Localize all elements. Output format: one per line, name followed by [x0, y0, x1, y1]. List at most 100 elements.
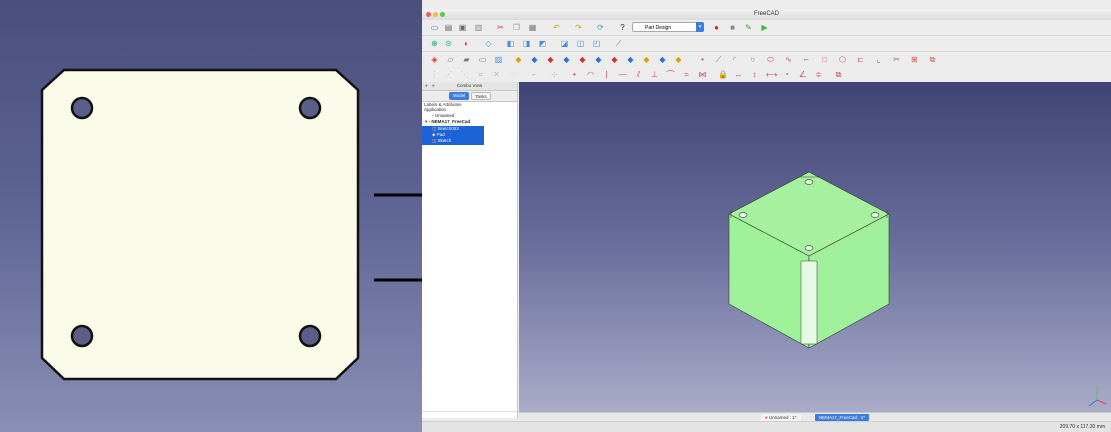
groove-icon[interactable]: ◆ [562, 55, 571, 64]
view-rear-icon[interactable]: ◪ [560, 39, 569, 48]
create-sketch-icon[interactable]: ▱ [446, 55, 455, 64]
symmetric-icon[interactable]: ⋈ [698, 70, 707, 79]
tree-item-sketch[interactable]: ◫ Sketch [422, 138, 484, 145]
draft-icon[interactable]: ◆ [610, 55, 619, 64]
vertical-distance-icon[interactable]: ↕ [750, 70, 759, 79]
measure-icon[interactable]: ⟋ [614, 39, 623, 48]
tab-tasks[interactable]: Tasks [471, 92, 491, 100]
fit-selection-icon[interactable]: ⊙ [444, 39, 453, 48]
parallel-icon[interactable]: ⫽ [634, 70, 643, 79]
workbench-dropdown[interactable]: Part Design ▾ [632, 22, 704, 32]
polygon-icon[interactable]: ⬡ [838, 55, 847, 64]
line-icon[interactable]: ⟋ [714, 55, 723, 64]
record-macro-icon[interactable]: ● [712, 23, 721, 32]
linear-pattern-icon[interactable]: ◆ [658, 55, 667, 64]
equal-icon[interactable]: = [682, 70, 691, 79]
chevron-down-icon[interactable]: ▾ [425, 119, 427, 124]
refresh-icon[interactable]: ⟳ [596, 23, 605, 32]
select-constraints-icon[interactable]: ⋰ [444, 70, 453, 79]
external-geometry-icon[interactable]: ⊞ [910, 55, 919, 64]
new-file-icon[interactable]: ▭ [430, 23, 439, 32]
print-icon[interactable]: ▥ [474, 23, 483, 32]
horizontal-distance-icon[interactable]: ↔ [734, 70, 743, 79]
construction-mode-icon[interactable]: ⋮ [430, 70, 439, 79]
lock-icon[interactable]: 🔒 [718, 70, 728, 79]
bspline-icon[interactable]: ∿ [784, 55, 793, 64]
mirrored-icon[interactable]: ◆ [642, 55, 651, 64]
slot-icon[interactable]: ⊏ [856, 55, 865, 64]
revolution-icon[interactable]: ◆ [546, 55, 555, 64]
angle-icon[interactable]: ∠ [798, 70, 807, 79]
validate-sketch-icon[interactable]: ▰ [462, 55, 471, 64]
3d-viewport[interactable] [519, 82, 1111, 412]
close-icon[interactable]: ● [765, 415, 768, 420]
tangent-icon[interactable]: ⌒ [666, 70, 675, 79]
distance-icon[interactable]: ⟷ [766, 70, 777, 79]
fit-all-icon[interactable]: ⊕ [430, 39, 439, 48]
tree-item-nema17[interactable]: ▾ ▪ NEMA17_FreeCad [425, 119, 470, 125]
undo-icon[interactable]: ↶ [552, 23, 561, 32]
conic-icon[interactable]: ⬭ [766, 55, 775, 64]
delete-constraints-icon[interactable]: ✕ [492, 70, 501, 79]
circle-icon[interactable]: ○ [748, 55, 757, 64]
macro-editor-icon[interactable]: ✎ [744, 23, 753, 32]
view-right-icon[interactable]: ◩ [538, 39, 547, 48]
open-file-icon[interactable]: ▤ [444, 23, 453, 32]
doc-tab-unnamed[interactable]: ● Unnamed : 1* [761, 414, 801, 421]
view-top-icon[interactable]: ◨ [522, 39, 531, 48]
redo-icon[interactable]: ↷ [574, 23, 583, 32]
create-body-icon[interactable]: ◈ [430, 55, 439, 64]
coincident-icon[interactable]: • [570, 70, 579, 79]
mounting-hole-top-left [70, 96, 94, 120]
float-icon[interactable]: ● [432, 82, 435, 90]
combo-view-header: ● ● Combo View [422, 82, 517, 91]
tab-model[interactable]: Model [449, 92, 469, 100]
horizontal-icon[interactable]: — [618, 70, 627, 79]
close-icon[interactable]: ● [425, 82, 428, 90]
paste-icon[interactable]: ▦ [528, 23, 537, 32]
copy-icon[interactable]: ❐ [512, 23, 521, 32]
point-on-object-icon[interactable]: ◠ [586, 70, 595, 79]
arc-icon[interactable]: ◜ [730, 55, 739, 64]
point-icon[interactable]: • [698, 55, 707, 64]
view-left-icon[interactable]: ◰ [592, 39, 601, 48]
radius-icon[interactable]: ◔ [782, 70, 791, 79]
whats-this-icon[interactable]: ? [618, 23, 627, 32]
toggle-driving-icon[interactable]: ⧉ [834, 70, 843, 79]
close-shape-icon[interactable]: ◌ [508, 70, 517, 79]
select-conflicting-icon[interactable]: ⋱ [460, 70, 469, 79]
close-window-button[interactable] [426, 12, 431, 17]
view-bottom-icon[interactable]: ◫ [576, 39, 585, 48]
connect-edges-icon[interactable]: ⌐ [530, 70, 539, 79]
rectangle-icon[interactable]: □ [820, 55, 829, 64]
trim-icon[interactable]: ✂ [892, 55, 901, 64]
map-sketch-icon[interactable]: ▭ [478, 55, 487, 64]
fillet-sketch-icon[interactable]: ⌞ [874, 55, 883, 64]
view-front-icon[interactable]: ◧ [506, 39, 515, 48]
save-icon[interactable]: ▣ [458, 23, 467, 32]
perpendicular-icon[interactable]: ⊥ [650, 70, 659, 79]
pocket-icon[interactable]: ◆ [530, 55, 539, 64]
thickness-icon[interactable]: ◆ [626, 55, 635, 64]
show-hide-icon[interactable]: ⌗ [476, 70, 485, 79]
fillet-icon[interactable]: ◆ [578, 55, 587, 64]
doc-tab-nema17[interactable]: NEMA17_FreeCad : 1* [815, 414, 870, 421]
minimize-window-button[interactable] [433, 12, 438, 17]
cut-icon[interactable]: ✂ [496, 23, 505, 32]
carbon-copy-icon[interactable]: ⧉ [928, 55, 937, 64]
window-title: FreeCAD [753, 11, 779, 17]
vertical-icon[interactable]: | [602, 70, 611, 79]
run-macro-icon[interactable]: ▶ [760, 23, 769, 32]
chamfer-icon[interactable]: ◆ [594, 55, 603, 64]
stop-macro-icon[interactable]: ■ [728, 23, 737, 32]
snell-law-icon[interactable]: ≑ [814, 70, 823, 79]
datum-plane-icon[interactable]: ▨ [494, 55, 503, 64]
view-isometric-icon[interactable]: ◇ [484, 39, 493, 48]
zoom-window-button[interactable] [440, 12, 445, 17]
polyline-icon[interactable]: ⌐ [802, 55, 811, 64]
draw-style-icon[interactable]: ◐ [462, 39, 471, 48]
property-view-splitter[interactable] [422, 411, 517, 418]
pad-icon[interactable]: ◆ [514, 55, 523, 64]
polar-pattern-icon[interactable]: ◆ [674, 55, 683, 64]
select-origin-icon[interactable]: ⊹ [550, 70, 559, 79]
